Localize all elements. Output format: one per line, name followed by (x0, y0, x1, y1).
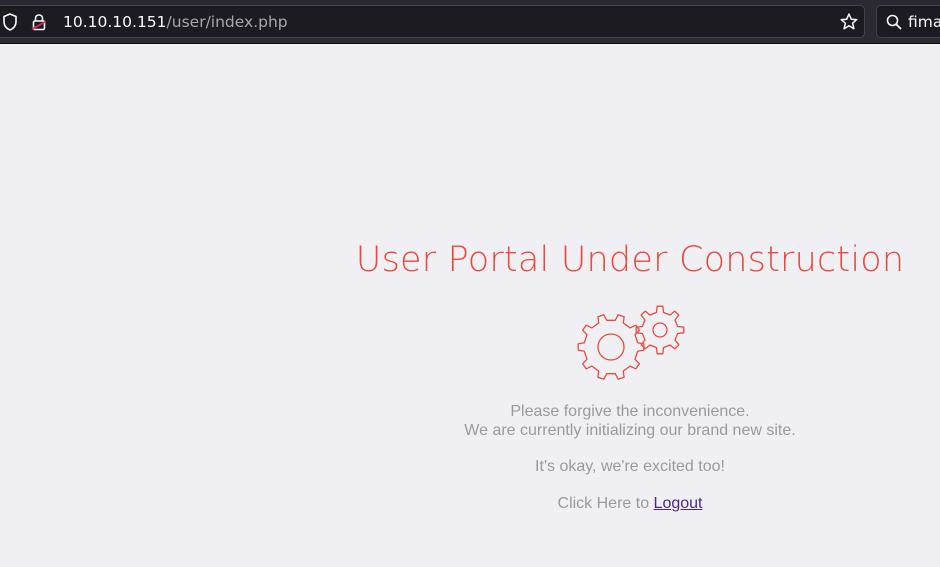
apology-text: Please forgive the inconvenience. (510, 403, 750, 420)
logout-prefix: Click Here to (557, 495, 654, 512)
excited-text: It's okay, we're excited too! (535, 458, 725, 475)
logout-line: Click Here to Logout (320, 494, 940, 513)
bookmark-star-icon[interactable] (839, 12, 859, 32)
page-content (0, 44, 940, 567)
logout-link[interactable]: Logout (654, 495, 703, 512)
url-path: /user/index.php (166, 13, 288, 31)
small-gear-icon (635, 305, 685, 355)
page-title: User Portal Under Construction (355, 240, 905, 280)
address-bar[interactable]: 10.10.10.151/user/index.php (0, 5, 865, 38)
search-icon (885, 13, 903, 31)
status-text: We are currently initializing our brand … (464, 422, 796, 439)
shield-icon[interactable] (1, 12, 19, 32)
browser-toolbar: 10.10.10.151/user/index.php fima (0, 0, 940, 44)
gears-icon (575, 305, 687, 381)
large-gear-icon (577, 314, 645, 380)
url-host: 10.10.10.151 (63, 13, 167, 31)
insecure-lock-icon[interactable] (30, 12, 48, 32)
search-input[interactable]: fima (908, 12, 940, 32)
url-text[interactable]: 10.10.10.151/user/index.php (63, 12, 288, 32)
search-bar[interactable]: fima (876, 5, 940, 38)
